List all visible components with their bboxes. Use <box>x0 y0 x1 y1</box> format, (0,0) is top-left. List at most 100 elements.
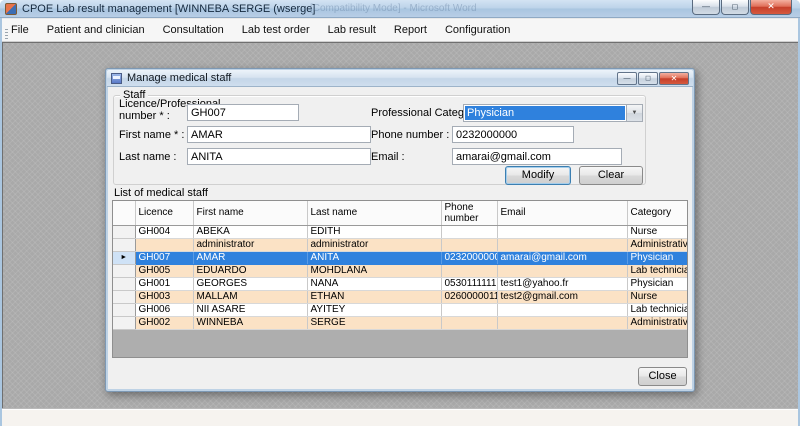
menu-item-consultation[interactable]: Consultation <box>154 20 233 40</box>
grid-cell[interactable]: administrator <box>307 238 441 251</box>
licence-input[interactable] <box>187 104 299 121</box>
grid-column-header[interactable]: First name <box>193 201 307 225</box>
grid-cell[interactable]: EDITH <box>307 225 441 238</box>
email-input[interactable] <box>452 148 622 165</box>
grid-cell[interactable]: AYITEY <box>307 303 441 316</box>
close-icon[interactable]: ✕ <box>750 0 792 15</box>
grid-cell[interactable]: Physician <box>627 277 687 290</box>
table-row[interactable]: GH006NII ASAREAYITEY Lab technician <box>113 303 687 316</box>
grid-cell[interactable] <box>135 238 193 251</box>
grid-cell[interactable]: 0530111111 <box>441 277 497 290</box>
menu-item-report[interactable]: Report <box>385 20 436 40</box>
combo-dropdown-button[interactable]: ▼ <box>626 105 642 121</box>
table-row[interactable]: GH002WINNEBASERGE Administrative <box>113 316 687 329</box>
clear-button[interactable]: Clear <box>579 166 643 185</box>
grid-cell[interactable]: GH006 <box>135 303 193 316</box>
dialog-titlebar[interactable]: Manage medical staff — ◻ ✕ <box>107 70 693 87</box>
grid-cell[interactable]: AMAR <box>193 251 307 264</box>
table-row[interactable]: GH003MALLAMETHAN0260000011test2@gmail.co… <box>113 290 687 303</box>
grid-cell[interactable]: amarai@gmail.com <box>497 251 627 264</box>
grid-row-header[interactable] <box>113 238 135 251</box>
table-row[interactable]: GH005EDUARDOMOHDLANA Lab technician <box>113 264 687 277</box>
grid-cell[interactable]: EDUARDO <box>193 264 307 277</box>
grid-cell[interactable]: NANA <box>307 277 441 290</box>
grid-cell[interactable]: 0232000000 <box>441 251 497 264</box>
grid-cell[interactable] <box>497 264 627 277</box>
grid-column-header[interactable]: Category <box>627 201 687 225</box>
first-name-input[interactable] <box>187 126 371 143</box>
grid-cell[interactable] <box>497 303 627 316</box>
mdi-client-area: Manage medical staff — ◻ ✕ Staff Licence… <box>2 42 798 408</box>
grid-cell[interactable]: GH005 <box>135 264 193 277</box>
grid-row-header[interactable] <box>113 225 135 238</box>
grid-cell[interactable]: Nurse <box>627 290 687 303</box>
grid-cell[interactable]: GH001 <box>135 277 193 290</box>
menu-item-lab-test-order[interactable]: Lab test order <box>233 20 319 40</box>
grid-cell[interactable]: ABEKA <box>193 225 307 238</box>
last-name-input[interactable] <box>187 148 371 165</box>
grid-cell[interactable]: ANITA <box>307 251 441 264</box>
table-row[interactable]: GH001GEORGESNANA0530111111test1@yahoo.fr… <box>113 277 687 290</box>
grid-column-header[interactable]: Email <box>497 201 627 225</box>
phone-input[interactable] <box>452 126 574 143</box>
grid-cell[interactable]: SERGE <box>307 316 441 329</box>
grid-cell[interactable]: Administrative <box>627 316 687 329</box>
grid-cell[interactable]: GH004 <box>135 225 193 238</box>
maximize-icon[interactable]: ◻ <box>721 0 749 15</box>
current-row-pointer-icon: ► <box>120 254 127 261</box>
grid-cell[interactable] <box>441 238 497 251</box>
email-label: Email : <box>371 151 405 163</box>
grid-column-header[interactable]: Last name <box>307 201 441 225</box>
grid-cell[interactable]: administrator <box>193 238 307 251</box>
grid-cell[interactable]: Physician <box>627 251 687 264</box>
menu-item-configuration[interactable]: Configuration <box>436 20 519 40</box>
grid-cell[interactable]: ETHAN <box>307 290 441 303</box>
grid-row-header[interactable] <box>113 277 135 290</box>
grid-cell[interactable] <box>441 264 497 277</box>
modify-button[interactable]: Modify <box>505 166 571 185</box>
grid-cell[interactable]: 0260000011 <box>441 290 497 303</box>
grid-cell[interactable]: MOHDLANA <box>307 264 441 277</box>
grid-column-header[interactable]: Licence <box>135 201 193 225</box>
table-row[interactable]: administratoradministrator Administrative <box>113 238 687 251</box>
close-button[interactable]: Close <box>638 367 687 386</box>
grid-cell[interactable]: GEORGES <box>193 277 307 290</box>
medical-staff-grid[interactable]: LicenceFirst nameLast namePhone numberEm… <box>112 200 688 358</box>
grid-cell[interactable] <box>441 316 497 329</box>
grid-cell[interactable] <box>497 225 627 238</box>
grid-corner-cell[interactable] <box>113 201 135 225</box>
grid-cell[interactable]: MALLAM <box>193 290 307 303</box>
table-row[interactable]: GH004ABEKAEDITH Nurse <box>113 225 687 238</box>
grid-cell[interactable]: Lab technician <box>627 264 687 277</box>
grid-cell[interactable] <box>441 303 497 316</box>
grid-cell[interactable]: Administrative <box>627 238 687 251</box>
grid-cell[interactable]: Nurse <box>627 225 687 238</box>
grid-row-header[interactable] <box>113 303 135 316</box>
minimize-icon[interactable]: — <box>692 0 720 15</box>
grid-cell[interactable]: test1@yahoo.fr <box>497 277 627 290</box>
status-bar <box>2 409 798 426</box>
dialog-maximize-icon[interactable]: ◻ <box>638 72 658 85</box>
grid-row-header[interactable]: ► <box>113 251 135 264</box>
grid-row-header[interactable] <box>113 316 135 329</box>
grid-cell[interactable]: test2@gmail.com <box>497 290 627 303</box>
menu-item-patient-and-clinician[interactable]: Patient and clinician <box>38 20 154 40</box>
grid-cell[interactable]: GH003 <box>135 290 193 303</box>
grid-cell[interactable] <box>441 225 497 238</box>
grid-row-header[interactable] <box>113 264 135 277</box>
grid-cell[interactable]: Lab technician <box>627 303 687 316</box>
table-row[interactable]: ► GH007AMARANITA0232000000amarai@gmail.co… <box>113 251 687 264</box>
grid-cell[interactable] <box>497 316 627 329</box>
menu-item-lab-result[interactable]: Lab result <box>319 20 385 40</box>
grid-cell[interactable]: WINNEBA <box>193 316 307 329</box>
grid-row-header[interactable] <box>113 290 135 303</box>
category-combobox[interactable]: Physician ▼ <box>463 104 643 122</box>
grid-cell[interactable]: GH002 <box>135 316 193 329</box>
grid-column-header[interactable]: Phone number <box>441 201 497 225</box>
grid-cell[interactable]: GH007 <box>135 251 193 264</box>
grid-cell[interactable] <box>497 238 627 251</box>
window-titlebar: CPOE Lab result management [WINNEBA SERG… <box>0 0 800 18</box>
dialog-close-icon[interactable]: ✕ <box>659 72 689 85</box>
dialog-minimize-icon[interactable]: — <box>617 72 637 85</box>
grid-cell[interactable]: NII ASARE <box>193 303 307 316</box>
